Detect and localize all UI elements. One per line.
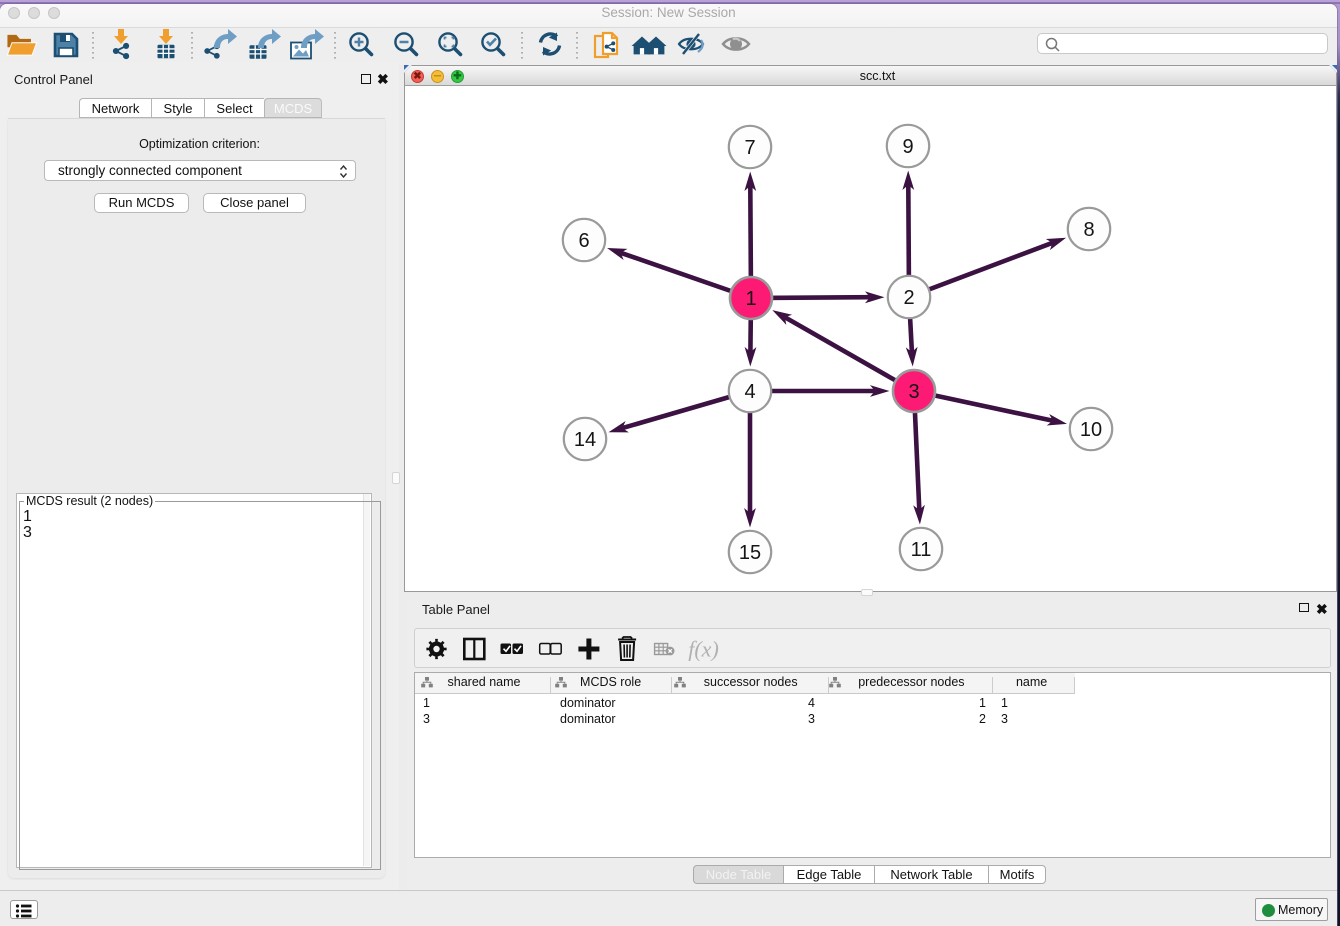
- svg-text:f(x): f(x): [688, 637, 719, 662]
- svg-text:6: 6: [578, 230, 589, 252]
- svg-text:10: 10: [1080, 419, 1102, 441]
- svg-text:11: 11: [911, 539, 932, 561]
- svg-text:14: 14: [574, 429, 596, 451]
- svg-text:7: 7: [744, 137, 755, 159]
- svg-text:15: 15: [739, 542, 761, 564]
- svg-text:8: 8: [1083, 219, 1094, 241]
- svg-text:9: 9: [902, 136, 913, 158]
- svg-text:1: 1: [745, 288, 756, 310]
- svg-text:2: 2: [903, 287, 914, 309]
- svg-text:4: 4: [744, 381, 755, 403]
- svg-text:3: 3: [908, 381, 919, 403]
